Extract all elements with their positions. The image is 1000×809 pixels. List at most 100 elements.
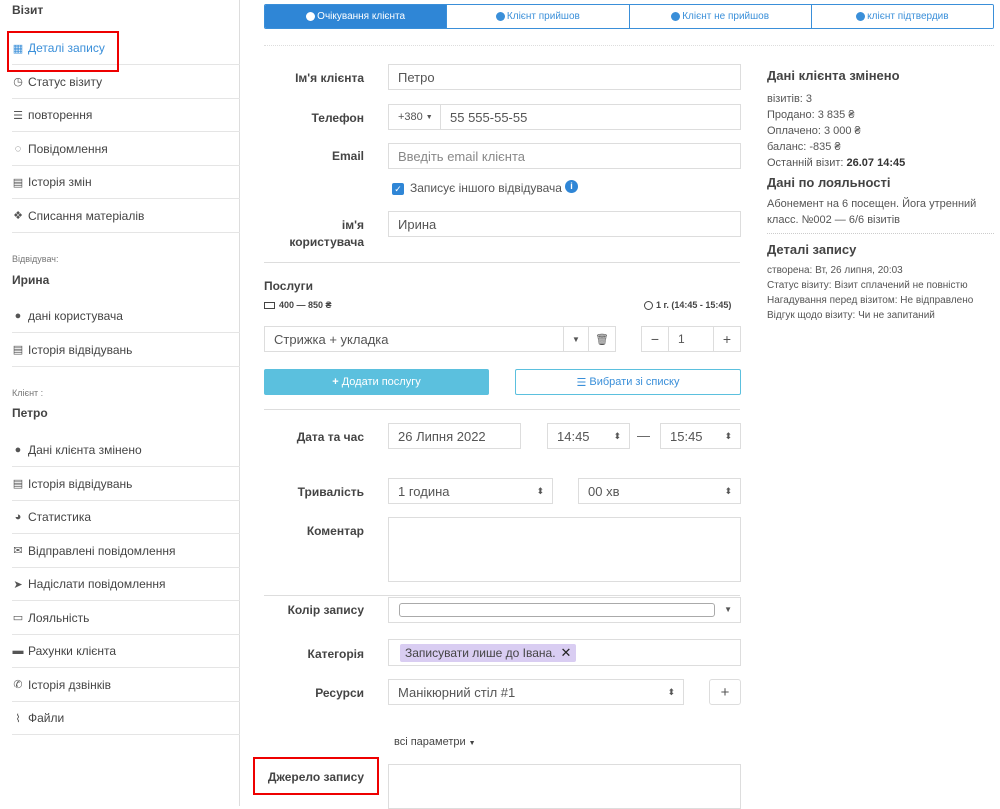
- client-caption: Клієнт :: [12, 388, 44, 398]
- category-field[interactable]: Записувати лише до Івана. ✕: [388, 639, 741, 666]
- quantity-stepper[interactable]: 1: [668, 326, 714, 352]
- sort-icon: ⬍: [536, 485, 544, 496]
- resources-select[interactable]: Манікюрний стіл #1 ⬍: [388, 679, 684, 705]
- visitor-name: Ирина: [12, 273, 50, 287]
- user-name-input[interactable]: Ирина: [388, 211, 741, 237]
- client-sold: Продано: 3 835 ₴: [767, 109, 855, 121]
- caret-down-icon[interactable]: ▼: [563, 326, 589, 352]
- datetime-label: Дата та час: [296, 430, 364, 444]
- sidebar-item-label: Повідомлення: [28, 141, 108, 156]
- comments-icon: ◌: [14, 142, 22, 155]
- source-label: Джерело запису: [267, 770, 364, 784]
- email-label: Email: [331, 149, 364, 163]
- choose-from-list-button[interactable]: ☰ Вибрати зі списку: [515, 369, 741, 395]
- sidebar-item-label: Статус візиту: [28, 74, 103, 89]
- user-icon: ●: [14, 310, 22, 322]
- remove-tag-icon[interactable]: ✕: [561, 645, 572, 661]
- sidebar-item-label: Лояльність: [28, 610, 90, 625]
- client-balance: баланс: -835 ₴: [767, 141, 841, 153]
- duration-minutes-select[interactable]: 00 хв ⬍: [578, 478, 741, 504]
- sidebar-item-дані-клієнта-змінено[interactable]: ● Дані клієнта змінено: [12, 434, 240, 467]
- quantity-decrement-button[interactable]: −: [641, 326, 669, 352]
- all-params-toggle[interactable]: всі параметри ▼: [394, 736, 476, 748]
- sidebar-item-label: Історія дзвінків: [28, 677, 112, 692]
- pie-chart-icon: ◕: [14, 511, 22, 523]
- tab-client-no-show[interactable]: Клієнт не прийшов: [629, 5, 812, 28]
- sidebar-item-label: Дані клієнта змінено: [28, 443, 142, 457]
- sidebar-item-історія-відвідувань[interactable]: ▤ Історія відвідувань: [12, 468, 240, 501]
- sidebar-item-label: Файли: [28, 711, 65, 725]
- time-to-select[interactable]: 15:45 ⬍: [660, 423, 741, 449]
- record-reminder: Нагадування перед візитом: Не відправлен…: [767, 295, 974, 306]
- plus-circle-icon: [495, 12, 505, 21]
- email-field[interactable]: Введіть email клієнта: [388, 143, 741, 169]
- check-circle-icon: [856, 12, 866, 21]
- color-select[interactable]: ▼: [388, 597, 741, 623]
- sidebar-item-лояльність[interactable]: ▭ Лояльність: [12, 602, 240, 635]
- envelope-icon: ✉: [13, 545, 23, 557]
- sidebar-item-історія-відвідувань[interactable]: ▤ Історія відвідувань: [12, 334, 240, 367]
- sidebar-item-label: повторення: [28, 108, 93, 122]
- add-resource-button[interactable]: +: [709, 679, 741, 705]
- trash-icon[interactable]: 🗑: [588, 326, 616, 352]
- source-field[interactable]: [388, 764, 741, 809]
- file-icon: ▤: [12, 176, 24, 189]
- sidebar-section-visit: Візит: [12, 3, 44, 17]
- quantity-increment-button[interactable]: +: [713, 326, 741, 352]
- sidebar-item-повідомлення[interactable]: ◌ Повідомлення: [12, 133, 240, 166]
- date-input[interactable]: 26 Липня 2022: [388, 423, 521, 449]
- sidebar-item-повторення[interactable]: ☰ повторення: [12, 99, 240, 132]
- tab-client-confirmed[interactable]: клієнт підтвердив: [811, 5, 993, 28]
- caret-down-icon: ▼: [724, 605, 732, 614]
- client-visits: візитів: 3: [767, 93, 813, 105]
- list-icon: ☰: [576, 376, 587, 389]
- client-name-input[interactable]: Петро: [388, 64, 741, 90]
- sidebar-item-файли[interactable]: ⌇ Файли: [12, 702, 240, 735]
- phone-code-select[interactable]: +380 ▼: [388, 104, 441, 130]
- comment-textarea[interactable]: [388, 517, 741, 582]
- tab-waiting-client[interactable]: Очікування клієнта: [265, 5, 448, 28]
- highlight-box-record-details: [7, 31, 119, 72]
- comment-label: Коментар: [306, 524, 364, 538]
- sort-icon: ⬍: [724, 430, 732, 441]
- sort-icon: ⬍: [667, 686, 675, 697]
- services-price: 400 — 850 ₴: [264, 300, 332, 310]
- client-changed-title: Дані клієнта змінено: [767, 68, 900, 83]
- services-label: Послуги: [264, 279, 313, 293]
- sidebar-item-історія-дзвінків[interactable]: ✆ Історія дзвінків: [12, 669, 240, 702]
- sidebar-item-дані-користувача[interactable]: ● дані користувача: [12, 300, 240, 333]
- caret-down-icon: ▼: [425, 113, 433, 121]
- divider: [767, 233, 994, 234]
- phone-icon: ✆: [13, 679, 23, 691]
- sidebar-item-рахунки-клієнта[interactable]: ▬ Рахунки клієнта: [12, 635, 240, 668]
- sidebar-item-label: Рахунки клієнта: [28, 644, 117, 658]
- time-from-select[interactable]: 14:45 ⬍: [547, 423, 630, 449]
- clock-icon: ◷: [13, 76, 23, 88]
- service-select[interactable]: Стрижка + укладка: [264, 326, 564, 352]
- sidebar-item-списання-матеріалів[interactable]: ❖ Списання матеріалів: [12, 200, 240, 233]
- sidebar-item-label: Статистика: [28, 510, 92, 524]
- record-visit-status: Статус візиту: Візит сплачений не повніс…: [767, 280, 968, 291]
- phone-input[interactable]: 55 555-55-55: [440, 104, 741, 130]
- send-icon: ➤: [13, 578, 23, 591]
- divider: [264, 595, 740, 596]
- list-alt-icon: ▤: [12, 478, 24, 490]
- list-alt-icon: ▤: [12, 344, 24, 356]
- sidebar-item-історія-змін[interactable]: ▤ Історія змін: [12, 166, 240, 199]
- sidebar-item-статистика[interactable]: ◕ Статистика: [12, 501, 240, 534]
- briefcase-icon: ▬: [12, 645, 24, 657]
- resources-label: Ресурси: [315, 686, 364, 700]
- category-tag: Записувати лише до Івана. ✕: [400, 644, 577, 662]
- other-visitor-checkbox[interactable]: ✓: [392, 183, 404, 195]
- info-icon[interactable]: i: [565, 180, 578, 193]
- duration-hours-select[interactable]: 1 година ⬍: [388, 478, 553, 504]
- sidebar-item-надіслати-повідомлення[interactable]: ➤ Надіслати повідомлення: [12, 568, 240, 601]
- category-label: Категорія: [307, 647, 364, 661]
- services-time: 1 г. (14:45 - 15:45): [644, 300, 731, 310]
- money-icon: [264, 301, 275, 309]
- sidebar-item-відправлені-повідомлення[interactable]: ✉ Відправлені повідомлення: [12, 535, 240, 568]
- add-service-button[interactable]: + Додати послугу: [264, 369, 489, 395]
- divider: [264, 409, 740, 410]
- tab-client-came[interactable]: Клієнт прийшов: [447, 5, 630, 28]
- record-created: створена: Вт, 26 липня, 20:03: [767, 265, 903, 276]
